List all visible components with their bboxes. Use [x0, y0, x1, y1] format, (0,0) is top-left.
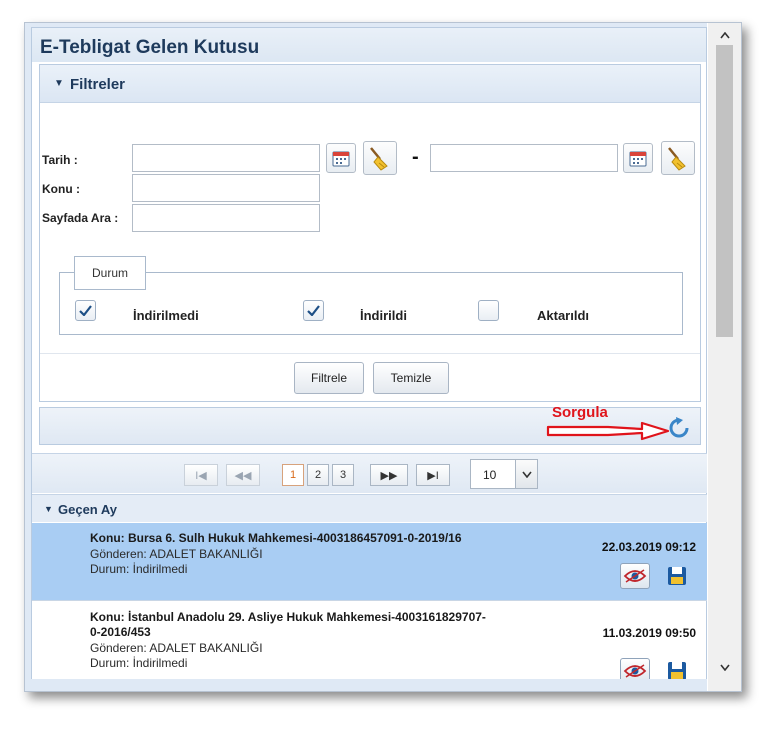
- page-button-3[interactable]: 3: [332, 464, 354, 486]
- page-size-select[interactable]: 10: [470, 459, 538, 489]
- page-search-input[interactable]: [132, 204, 320, 232]
- first-page-button[interactable]: I◀: [184, 464, 218, 486]
- scroll-up-arrow-icon[interactable]: [708, 25, 741, 45]
- broom-icon[interactable]: [661, 141, 695, 175]
- title-bar: E-Tebligat Gelen Kutusu: [32, 28, 706, 62]
- filters-title: Filtreler: [70, 76, 126, 93]
- page-title: E-Tebligat Gelen Kutusu: [40, 37, 260, 58]
- item-sender: Gönderen: ADALET BAKANLIĞI: [90, 641, 263, 655]
- status-fieldset: [59, 272, 683, 335]
- page-size-value: 10: [483, 468, 497, 482]
- status-legend: Durum: [74, 256, 146, 290]
- status-label: İndirilmedi: [133, 308, 199, 323]
- page-button-2[interactable]: 2: [307, 464, 329, 486]
- floppy-disk-icon[interactable]: [662, 563, 692, 589]
- prev-page-button[interactable]: ◀◀: [226, 464, 260, 486]
- panel-bottom-edge: [25, 679, 707, 691]
- list-item[interactable]: Konu: Bursa 6. Sulh Hukuk Mahkemesi-4003…: [32, 523, 707, 601]
- eye-icon[interactable]: [620, 563, 650, 589]
- next-page-button[interactable]: ▶▶: [370, 464, 408, 486]
- item-subject: Konu: İstanbul Anadolu 29. Asliye Hukuk …: [90, 610, 486, 639]
- group-label: Geçen Ay: [58, 502, 118, 517]
- item-status: Durum: İndirilmedi: [90, 656, 188, 670]
- list-item[interactable]: Konu: İstanbul Anadolu 29. Asliye Hukuk …: [32, 602, 707, 691]
- filters-header[interactable]: ▼ Filtreler: [40, 65, 700, 103]
- status-checkbox-aktarildi[interactable]: [478, 300, 499, 321]
- clear-button[interactable]: Temizle: [373, 362, 449, 394]
- date-to-input[interactable]: [430, 144, 618, 172]
- date-separator: -: [412, 146, 419, 168]
- item-date: 11.03.2019 09:50: [602, 626, 696, 640]
- broom-icon[interactable]: [363, 141, 397, 175]
- page-search-label: Sayfada Ara :: [42, 211, 119, 225]
- last-page-button[interactable]: ▶I: [416, 464, 450, 486]
- inbox-panel: E-Tebligat Gelen Kutusu ▼ Filtreler Tari…: [31, 27, 707, 691]
- filter-button[interactable]: Filtrele: [294, 362, 364, 394]
- item-date: 22.03.2019 09:12: [601, 540, 696, 554]
- status-checkbox-indirildi[interactable]: [303, 300, 324, 321]
- refresh-icon[interactable]: [668, 417, 690, 444]
- date-label: Tarih :: [42, 153, 78, 167]
- vertical-scrollbar[interactable]: [708, 23, 741, 691]
- scroll-viewport: E-Tebligat Gelen Kutusu ▼ Filtreler Tari…: [25, 23, 707, 691]
- group-header[interactable]: ▼ Geçen Ay: [32, 494, 707, 522]
- scrollbar-thumb[interactable]: [716, 45, 733, 337]
- red-arrow-annotation: [546, 421, 670, 441]
- subject-label: Konu :: [42, 182, 80, 196]
- filter-actions: Filtrele Temizle: [40, 353, 700, 397]
- status-label: Aktarıldı: [537, 308, 590, 323]
- collapse-caret-icon[interactable]: ▼: [44, 504, 53, 514]
- item-subject: Konu: Bursa 6. Sulh Hukuk Mahkemesi-4003…: [90, 531, 462, 545]
- page-button-1[interactable]: 1: [282, 464, 304, 486]
- chevron-down-icon[interactable]: [515, 460, 537, 488]
- date-from-input[interactable]: [132, 144, 320, 172]
- scroll-down-arrow-icon[interactable]: [708, 657, 741, 677]
- pager: I◀ ◀◀ 1 2 3 ▶▶ ▶I 10: [32, 453, 707, 493]
- inbox-window: E-Tebligat Gelen Kutusu ▼ Filtreler Tari…: [24, 22, 742, 692]
- item-sender: Gönderen: ADALET BAKANLIĞI: [90, 547, 263, 561]
- collapse-caret-icon[interactable]: ▼: [54, 78, 64, 89]
- status-label: İndirildi: [360, 308, 407, 323]
- filters-panel: ▼ Filtreler Tarih : - Konu: Sayfada Ara…: [39, 64, 701, 402]
- item-status: Durum: İndirilmedi: [90, 562, 188, 576]
- calendar-icon[interactable]: [623, 143, 653, 173]
- status-checkbox-indirilmedi[interactable]: [75, 300, 96, 321]
- calendar-icon[interactable]: [326, 143, 356, 173]
- subject-input[interactable]: [132, 174, 320, 202]
